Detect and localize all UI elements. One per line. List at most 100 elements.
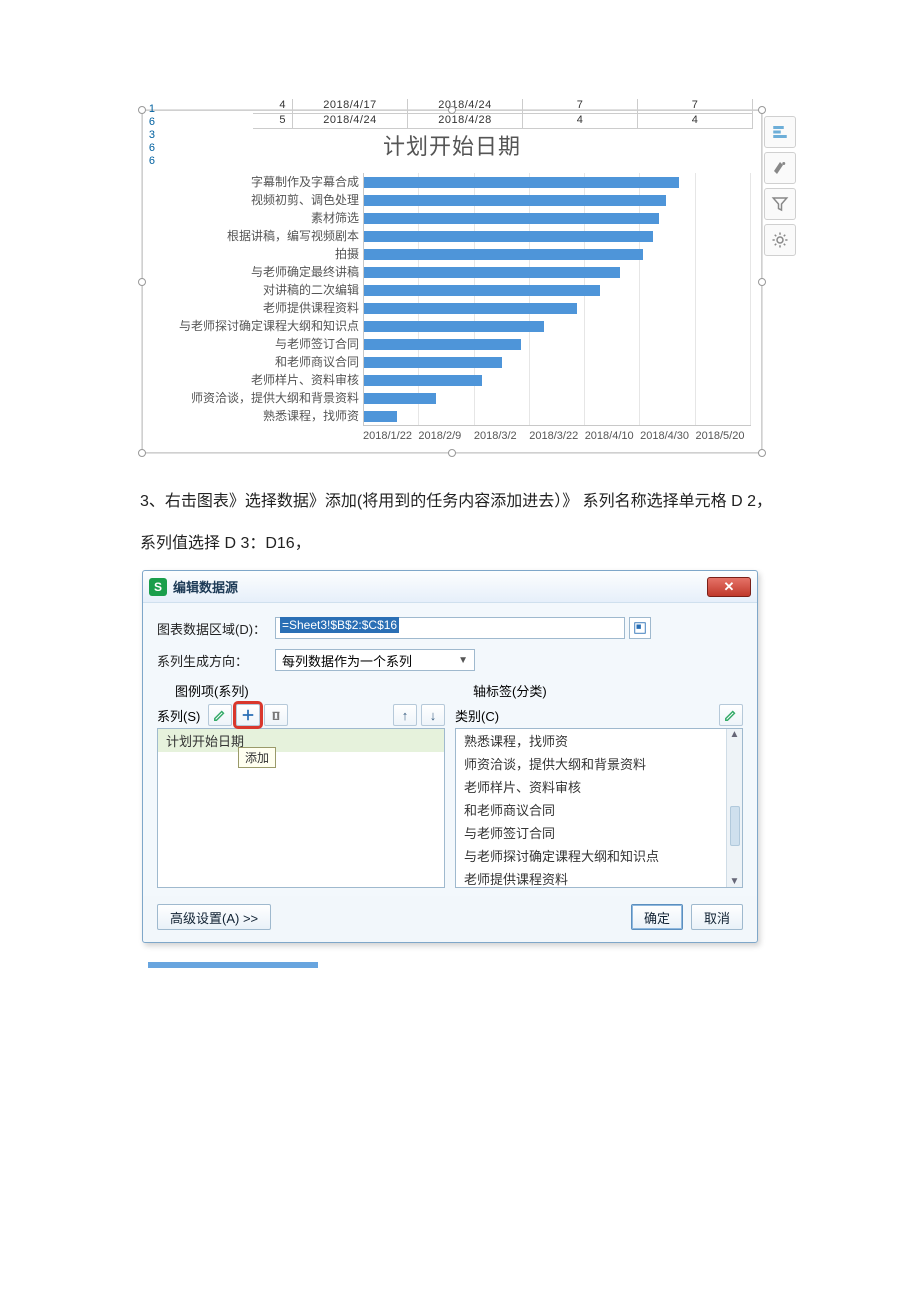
scroll-thumb[interactable] <box>730 806 740 846</box>
category-item[interactable]: 老师样片、资料审核 <box>456 775 742 798</box>
category-item[interactable]: 熟悉课程，找师资 <box>456 729 742 752</box>
doc-paragraph-1: 3、右击图表》选择数据》添加(将用到的任务内容添加进去）》 系列名称选择单元格 … <box>140 481 790 523</box>
decorative-strip <box>148 962 318 968</box>
chart-filter-icon[interactable] <box>764 188 796 220</box>
chart-bar-row <box>364 299 751 317</box>
scrollbar[interactable]: ▲ ▼ <box>726 729 742 887</box>
doc-paragraph-2: 系列值选择 D 3：D16， <box>140 523 790 565</box>
chart-x-tick: 2018/3/22 <box>529 430 584 442</box>
chart-plot[interactable]: 字幕制作及字幕合成视频初剪、调色处理素材筛选根据讲稿，编写视频剧本拍摄与老师确定… <box>153 173 751 426</box>
chart-bar-row <box>364 209 751 227</box>
chart-styles-icon[interactable] <box>764 152 796 184</box>
series-item[interactable]: 计划开始日期 <box>158 729 444 752</box>
resize-handle[interactable] <box>138 278 146 286</box>
chart-y-label: 拍摄 <box>335 245 359 263</box>
axis-header: 轴标签(分类) <box>473 681 743 700</box>
chart-bar[interactable] <box>364 339 521 350</box>
edit-series-button[interactable] <box>208 704 232 726</box>
chart-x-tick: 2018/4/30 <box>640 430 695 442</box>
chart-title: 计划开始日期 <box>153 129 751 161</box>
chart-range-input[interactable]: =Sheet3!$B$2:$C$16 <box>275 617 625 639</box>
chart-bar[interactable] <box>364 303 577 314</box>
chevron-down-icon: ▼ <box>458 655 468 666</box>
category-label: 类别(C) <box>455 706 499 725</box>
chart-bar[interactable] <box>364 267 620 278</box>
category-item[interactable]: 老师提供课程资料 <box>456 867 742 888</box>
chart-bar[interactable] <box>364 231 653 242</box>
chart-bar-row <box>364 317 751 335</box>
chart-bar-row <box>364 263 751 281</box>
series-listbox[interactable]: 计划开始日期 添加 <box>157 728 445 888</box>
category-item[interactable]: 与老师签订合同 <box>456 821 742 844</box>
chart-bar-row <box>364 371 751 389</box>
advanced-settings-button[interactable]: 高级设置(A) >> <box>157 904 271 930</box>
close-button[interactable]: ✕ <box>707 577 751 597</box>
resize-handle[interactable] <box>758 449 766 457</box>
ok-button[interactable]: 确定 <box>631 904 683 930</box>
series-label: 系列(S) <box>157 706 200 725</box>
chart-y-label: 与老师签订合同 <box>275 335 359 353</box>
category-item[interactable]: 师资洽谈，提供大纲和背景资料 <box>456 752 742 775</box>
chart-bar-row <box>364 245 751 263</box>
chart-bar[interactable] <box>364 177 679 188</box>
chart-bar[interactable] <box>364 321 544 332</box>
chart-x-axis: 2018/1/222018/2/92018/3/22018/3/222018/4… <box>363 426 751 442</box>
dialog-title: 编辑数据源 <box>173 577 238 596</box>
category-item[interactable]: 和老师商议合同 <box>456 798 742 821</box>
chart-y-label: 视频初剪、调色处理 <box>251 191 359 209</box>
chart-x-tick: 2018/1/22 <box>363 430 418 442</box>
chart-bar[interactable] <box>364 393 436 404</box>
chart-bar[interactable] <box>364 411 397 422</box>
category-listbox[interactable]: ▲ ▼ 熟悉课程，找师资师资洽谈，提供大纲和背景资料老师样片、资料审核和老师商议… <box>455 728 743 888</box>
delete-series-button[interactable] <box>264 704 288 726</box>
chart-bar-row <box>364 407 751 425</box>
move-up-button[interactable]: ↑ <box>393 704 417 726</box>
chart-bar[interactable] <box>364 249 643 260</box>
chart-bar[interactable] <box>364 285 600 296</box>
edit-data-source-dialog: S 编辑数据源 ✕ 图表数据区域(D)： =Sheet3!$B$2:$C$16 … <box>142 570 758 943</box>
chart-y-label: 根据讲稿，编写视频剧本 <box>227 227 359 245</box>
add-series-button[interactable] <box>236 704 260 726</box>
resize-handle[interactable] <box>758 106 766 114</box>
cancel-button[interactable]: 取消 <box>691 904 743 930</box>
range-picker-button[interactable] <box>629 617 651 639</box>
legend-header: 图例项(系列) <box>175 681 445 700</box>
chart-bar[interactable] <box>364 195 666 206</box>
chart-bar[interactable] <box>364 357 502 368</box>
chart-y-label: 字幕制作及字幕合成 <box>251 173 359 191</box>
series-gen-select[interactable]: 每列数据作为一个系列 ▼ <box>275 649 475 671</box>
resize-handle[interactable] <box>448 106 456 114</box>
resize-handle[interactable] <box>448 449 456 457</box>
chart-y-label: 与老师确定最终讲稿 <box>251 263 359 281</box>
chart-bar[interactable] <box>364 213 659 224</box>
chart-y-label: 对讲稿的二次编辑 <box>263 281 359 299</box>
chart-y-label: 老师样片、资料审核 <box>251 371 359 389</box>
chart-y-label: 师资洽谈，提供大纲和背景资料 <box>191 389 359 407</box>
edit-category-button[interactable] <box>719 704 743 726</box>
move-down-button[interactable]: ↓ <box>421 704 445 726</box>
scroll-down-icon[interactable]: ▼ <box>730 876 740 887</box>
chart-y-label: 和老师商议合同 <box>275 353 359 371</box>
chart-y-label: 与老师探讨确定课程大纲和知识点 <box>179 317 359 335</box>
chart-range-label: 图表数据区域(D)： <box>157 619 275 638</box>
chart-layout-icon[interactable] <box>764 116 796 148</box>
chart-bar-row <box>364 173 751 191</box>
chart-bar-row <box>364 191 751 209</box>
chart-x-tick: 2018/3/2 <box>474 430 529 442</box>
chart-y-label: 素材筛选 <box>311 209 359 227</box>
resize-handle[interactable] <box>758 278 766 286</box>
chart-bar-row <box>364 389 751 407</box>
resize-handle[interactable] <box>138 106 146 114</box>
chart-x-tick: 2018/5/20 <box>696 430 751 442</box>
chart-x-tick: 2018/4/10 <box>585 430 640 442</box>
chart-bar-row <box>364 227 751 245</box>
resize-handle[interactable] <box>138 449 146 457</box>
chart-bar[interactable] <box>364 375 482 386</box>
add-tooltip: 添加 <box>238 747 276 768</box>
scroll-up-icon[interactable]: ▲ <box>730 729 740 740</box>
series-gen-label: 系列生成方向： <box>157 651 275 670</box>
chart-container: 1 6 3 6 6 4 2018/4/17 2018/4/24 7 7 5 20… <box>142 110 762 453</box>
chart-y-label: 老师提供课程资料 <box>263 299 359 317</box>
chart-settings-icon[interactable] <box>764 224 796 256</box>
category-item[interactable]: 与老师探讨确定课程大纲和知识点 <box>456 844 742 867</box>
